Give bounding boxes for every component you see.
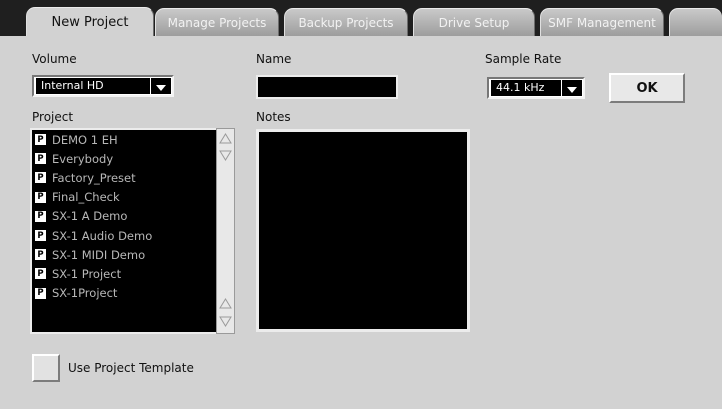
volume-dropdown[interactable]: Internal HD [32,75,174,97]
tab-backup-projects[interactable]: Backup Projects [284,8,408,36]
tab-overflow[interactable] [669,8,722,36]
tab-new-project[interactable]: New Project [26,7,154,37]
ok-button[interactable]: OK [609,73,685,103]
tab-label: SMF Management [548,15,656,30]
chevron-down-icon [562,80,582,96]
project-icon: P [35,268,46,280]
name-label: Name [256,52,292,66]
tab-bar: New Project Manage Projects Backup Proje… [0,0,722,37]
name-value [258,82,262,95]
project-name: Final_Check [52,190,120,205]
volume-value: Internal HD [36,78,150,94]
scroll-up-icon[interactable] [219,297,232,310]
project-name: SX-1 Project [52,266,122,281]
project-name: SX-1Project [52,286,118,301]
project-icon: P [35,191,46,203]
list-item[interactable]: P SX-1 MIDI Demo [32,245,216,264]
scroll-down-icon[interactable] [219,315,232,328]
name-field[interactable] [256,75,398,99]
project-name: Factory_Preset [52,170,136,185]
sample-rate-dropdown[interactable]: 44.1 kHz [487,77,585,99]
sample-rate-label: Sample Rate [485,52,562,66]
tab-drive-setup[interactable]: Drive Setup [413,8,535,36]
project-icon: P [35,249,46,261]
new-project-panel: Volume Internal HD Name Sample Rate 44.1… [12,36,722,409]
project-name: SX-1 MIDI Demo [52,247,146,262]
project-icon: P [35,153,46,165]
project-label: Project [32,110,74,124]
list-item[interactable]: P Final_Check [32,188,216,207]
project-name: SX-1 A Demo [52,209,128,224]
tab-manage-projects[interactable]: Manage Projects [155,8,279,36]
chevron-down-icon [151,78,171,94]
project-icon: P [35,287,46,299]
ok-label: OK [636,80,658,96]
use-template-checkbox[interactable] [32,354,60,382]
tab-label: Drive Setup [438,15,510,30]
volume-label: Volume [32,52,77,66]
project-icon: P [35,230,46,242]
tab-smf-management[interactable]: SMF Management [540,8,664,36]
list-item[interactable]: P SX-1 Project [32,264,216,283]
project-list-scrollbar[interactable] [216,128,235,334]
project-name: SX-1 Audio Demo [52,228,153,243]
project-icon: P [35,210,46,222]
project-icon: P [35,172,46,184]
list-item[interactable]: P DEMO 1 EH [32,130,216,149]
tab-label: Manage Projects [167,15,267,30]
list-item[interactable]: P Everybody [32,149,216,168]
scroll-up-icon[interactable] [219,132,232,145]
project-name: Everybody [52,151,114,166]
scroll-down-icon[interactable] [219,149,232,162]
project-list[interactable]: P DEMO 1 EH P Everybody P Factory_Preset PF… [30,128,216,334]
tab-label: Backup Projects [298,15,394,30]
sample-rate-value: 44.1 kHz [491,80,561,96]
list-item[interactable]: P SX-1 A Demo [32,207,216,226]
project-icon: P [35,134,46,146]
project-window: New Project Manage Projects Backup Proje… [0,0,722,409]
tab-label: New Project [51,15,129,30]
notes-field[interactable] [256,129,470,332]
project-name: DEMO 1 EH [52,132,118,147]
list-item[interactable]: P Factory_Preset [32,168,216,187]
list-item[interactable]: P SX-1Project [32,284,216,303]
use-template-label: Use Project Template [68,361,194,375]
notes-label: Notes [256,110,291,124]
list-item[interactable]: P SX-1 Audio Demo [32,226,216,245]
